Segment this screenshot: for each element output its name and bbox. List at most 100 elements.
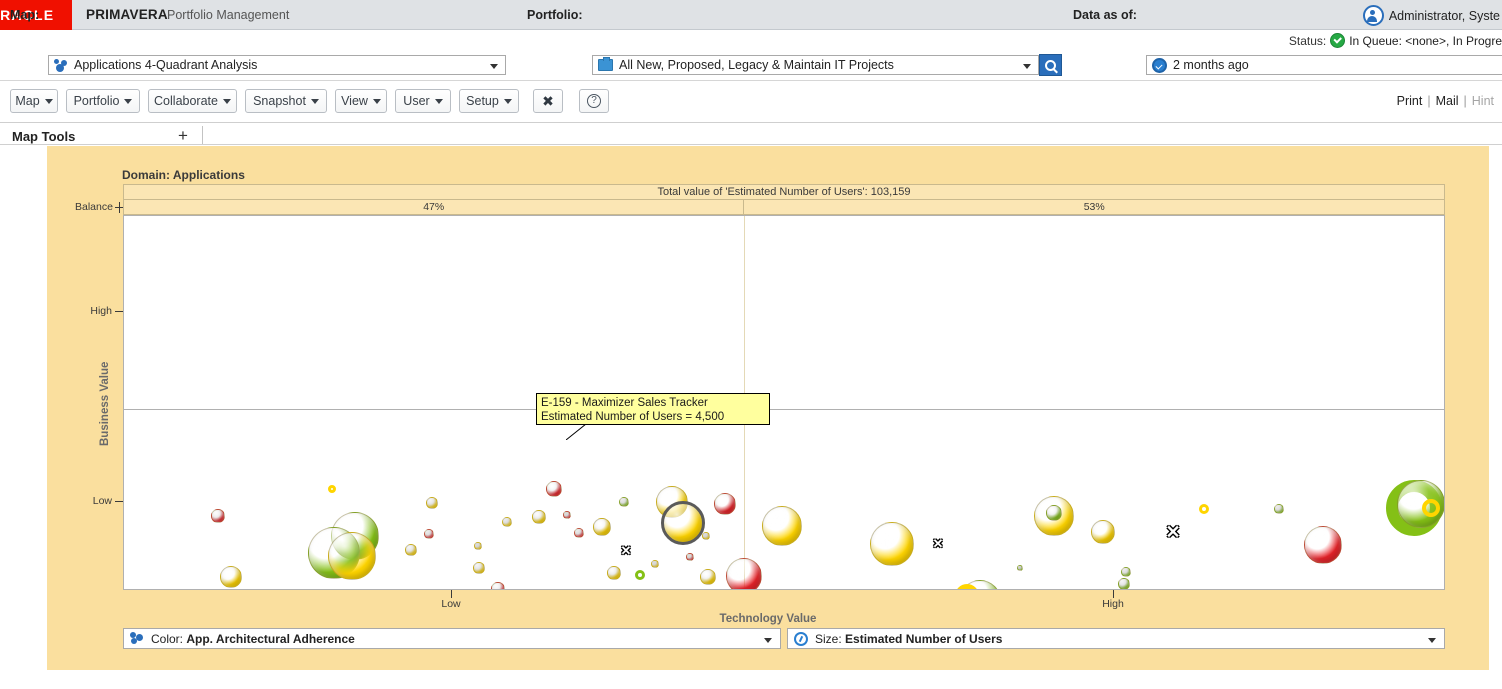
scatter-bubble[interactable] (1091, 520, 1115, 544)
scatter-bubble[interactable] (405, 544, 417, 556)
toolbar-button-setup[interactable]: Setup (459, 89, 519, 113)
toolbar-button-snapshot[interactable]: Snapshot (245, 89, 327, 113)
balance-axis-label: Balance (75, 201, 113, 213)
scatter-bubble[interactable] (532, 510, 546, 524)
divider (202, 126, 203, 144)
scatter-bubble[interactable] (502, 517, 512, 527)
scatter-bubble[interactable] (1046, 505, 1062, 521)
map-icon (54, 59, 68, 72)
chevron-down-icon (490, 64, 498, 69)
scatter-bubble[interactable] (211, 509, 225, 523)
balance-right-value: 53% (744, 200, 1444, 214)
mail-link[interactable]: Mail (1431, 94, 1464, 108)
scatter-bubble[interactable] (870, 522, 914, 566)
scatter-bubble[interactable] (328, 532, 376, 580)
portfolio-select[interactable]: All New, Proposed, Legacy & Maintain IT … (592, 55, 1039, 75)
tick-mark (451, 590, 452, 598)
scatter-bubble[interactable] (1017, 565, 1023, 571)
scatter-bubble[interactable] (1422, 499, 1440, 517)
size-legend-value: Estimated Number of Users (845, 632, 1002, 646)
wrench-tools-icon: ✖ (541, 94, 555, 108)
clock-icon (1152, 58, 1167, 73)
scatter-bubble[interactable] (726, 558, 762, 590)
scatter-bubble[interactable] (607, 566, 621, 580)
scatter-bubble[interactable] (546, 481, 562, 497)
scatter-bubble[interactable] (1274, 504, 1284, 514)
selected-scatter-bubble[interactable] (661, 501, 705, 545)
data-as-of-value: 2 months ago (1173, 58, 1249, 72)
user-name-label: Administrator, Syste (1389, 9, 1500, 23)
scatter-plot-area[interactable]: ✕✕✕✕✕✕✕✕ (123, 215, 1445, 590)
tools-button[interactable]: ✖ (533, 89, 563, 113)
x-axis-title: Technology Value (47, 613, 1489, 625)
scatter-bubble[interactable] (563, 511, 571, 519)
y-axis-title: Business Value (99, 362, 111, 446)
scatter-bubble[interactable] (1365, 589, 1379, 590)
portfolio-search-button[interactable] (1039, 54, 1062, 76)
print-mail-group: Print | Mail | Hint (1392, 94, 1499, 108)
bubble-x-marker-icon: ✕ (932, 537, 944, 549)
scatter-bubble[interactable] (424, 529, 434, 539)
data-as-of-select[interactable]: 2 months ago (1146, 55, 1502, 75)
scatter-bubble[interactable] (1118, 578, 1130, 590)
scatter-bubble[interactable] (328, 485, 336, 493)
toolbar-button-portfolio[interactable]: Portfolio (66, 89, 140, 113)
chevron-down-icon (45, 99, 53, 104)
toolbar-button-collaborate[interactable]: Collaborate (148, 89, 237, 113)
scatter-bubble[interactable] (593, 518, 611, 536)
y-axis-tick-low-label: Low (93, 495, 112, 507)
tooltip-leader-line (566, 424, 586, 440)
scatter-bubble[interactable] (686, 553, 694, 561)
scatter-bubble[interactable] (619, 497, 629, 507)
scatter-bubble[interactable] (1199, 504, 1209, 514)
size-legend-select[interactable]: Size: Estimated Number of Users (787, 628, 1445, 649)
chevron-down-icon (435, 99, 443, 104)
toolbar-button-user[interactable]: User (395, 89, 451, 113)
size-legend-text: Size: Estimated Number of Users (815, 632, 1002, 646)
chevron-down-icon (1428, 638, 1436, 643)
map-tools-title: Map Tools (12, 129, 75, 144)
color-legend-text: Color: App. Architectural Adherence (151, 632, 355, 646)
toolbar-button-label: User (403, 94, 429, 108)
scatter-bubble[interactable] (426, 497, 438, 509)
primavera-portfolio-app: ORACLE PRIMAVERA Portfolio Management Ad… (0, 0, 1502, 689)
color-legend-select[interactable]: Color: App. Architectural Adherence (123, 628, 781, 649)
scatter-bubble[interactable] (700, 569, 716, 585)
map-select[interactable]: Applications 4-Quadrant Analysis (48, 55, 506, 75)
y-axis-tick-high-label: High (90, 305, 112, 317)
chevron-down-icon (1023, 64, 1031, 69)
scatter-bubble[interactable] (220, 566, 242, 588)
help-button[interactable]: ? (579, 89, 609, 113)
y-axis-tick-low: Low (87, 495, 123, 507)
module-name-text: Portfolio Management (167, 8, 289, 22)
briefcase-icon (598, 59, 613, 71)
scatter-bubble[interactable] (574, 528, 584, 538)
scatter-bubble[interactable] (635, 570, 645, 580)
green-check-icon (1330, 33, 1345, 48)
scatter-bubble[interactable] (1121, 567, 1131, 577)
x-axis-tick-high-label: High (1083, 598, 1143, 610)
toolbar-button-view[interactable]: View (335, 89, 387, 113)
scatter-bubble[interactable] (473, 562, 485, 574)
size-legend-label: Size: (815, 632, 842, 646)
user-avatar-icon (1363, 5, 1384, 26)
scatter-bubble[interactable] (491, 582, 505, 590)
hint-link[interactable]: Hint (1467, 94, 1499, 108)
tick-mark (115, 501, 123, 502)
color-legend-icon (130, 632, 144, 645)
scatter-bubble[interactable] (714, 493, 736, 515)
print-link[interactable]: Print (1392, 94, 1428, 108)
scatter-bubble[interactable] (702, 532, 710, 540)
add-map-tool-button[interactable]: + (178, 128, 188, 143)
chevron-down-icon (504, 99, 512, 104)
scatter-bubble[interactable] (762, 506, 802, 546)
scatter-bubble[interactable] (651, 560, 659, 568)
tick-mark (115, 311, 123, 312)
scatter-bubble[interactable] (474, 542, 482, 550)
color-legend-value: App. Architectural Adherence (186, 632, 354, 646)
user-menu[interactable]: Administrator, Syste (1363, 5, 1500, 26)
scatter-bubble[interactable] (1304, 526, 1342, 564)
map-tools-bar (0, 123, 1502, 145)
toolbar-button-map[interactable]: Map (10, 89, 58, 113)
portfolio-select-value: All New, Proposed, Legacy & Maintain IT … (619, 58, 894, 72)
